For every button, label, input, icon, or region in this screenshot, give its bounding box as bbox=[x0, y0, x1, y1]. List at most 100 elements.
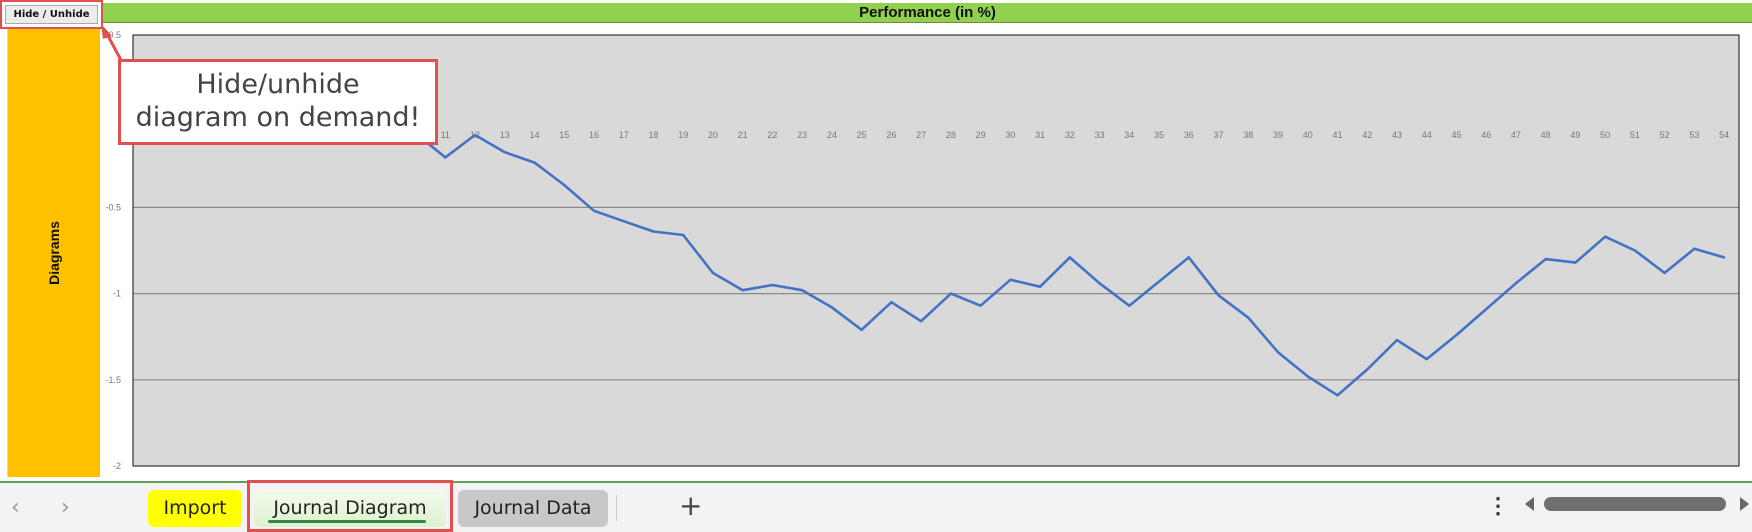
data-point bbox=[1633, 249, 1637, 252]
data-point bbox=[1425, 357, 1428, 361]
data-point bbox=[1514, 282, 1518, 285]
data-point bbox=[979, 304, 982, 307]
x-tick-label: 21 bbox=[738, 130, 748, 140]
x-tick-label: 18 bbox=[648, 130, 658, 140]
data-point bbox=[949, 292, 953, 295]
data-point bbox=[1038, 285, 1042, 288]
callout-line-1: Hide/unhide bbox=[196, 69, 360, 100]
x-tick-label: 47 bbox=[1511, 130, 1521, 140]
data-point bbox=[652, 230, 655, 233]
data-point bbox=[1009, 278, 1012, 282]
x-tick-label: 42 bbox=[1362, 130, 1372, 140]
x-tick-label: 31 bbox=[1035, 130, 1045, 140]
data-point bbox=[1663, 271, 1666, 275]
y-tick-label: -0.5 bbox=[105, 202, 121, 212]
data-point bbox=[1157, 280, 1161, 283]
x-tick-label: 44 bbox=[1422, 130, 1432, 140]
data-point bbox=[1485, 307, 1488, 311]
tab-label: Journal Data bbox=[474, 497, 592, 519]
data-point bbox=[771, 283, 774, 287]
tab-label: Import bbox=[163, 497, 227, 519]
x-tick-label: 40 bbox=[1303, 130, 1313, 140]
hide-button-highlight: Hide / Unhide bbox=[0, 0, 103, 29]
data-point bbox=[1098, 282, 1101, 285]
data-point bbox=[741, 288, 744, 292]
tab-label: Journal Diagram bbox=[273, 497, 427, 519]
data-point bbox=[1603, 235, 1607, 238]
x-tick-label: 29 bbox=[976, 130, 986, 140]
x-tick-label: 38 bbox=[1243, 130, 1253, 140]
x-tick-label: 26 bbox=[886, 130, 896, 140]
x-tick-label: 41 bbox=[1332, 130, 1342, 140]
data-point bbox=[1217, 294, 1220, 297]
data-point bbox=[1544, 257, 1547, 261]
tab-journal-diagram[interactable]: Journal Diagram bbox=[254, 490, 446, 527]
data-point bbox=[592, 209, 596, 213]
data-point bbox=[503, 151, 506, 154]
data-point bbox=[1187, 256, 1190, 259]
active-tab-underline bbox=[268, 520, 426, 523]
more-options-icon[interactable]: ⋮ bbox=[1487, 493, 1509, 519]
x-tick-label: 51 bbox=[1630, 130, 1640, 140]
y-tick-label: -1 bbox=[113, 289, 121, 299]
x-tick-label: 17 bbox=[619, 130, 629, 140]
data-point bbox=[1693, 247, 1696, 250]
x-tick-label: 49 bbox=[1570, 130, 1580, 140]
x-tick-label: 37 bbox=[1214, 130, 1224, 140]
data-point bbox=[533, 161, 536, 164]
x-tick-label: 30 bbox=[1005, 130, 1015, 140]
x-tick-label: 28 bbox=[946, 130, 956, 140]
x-tick-label: 53 bbox=[1689, 130, 1699, 140]
data-point bbox=[1128, 304, 1131, 307]
x-tick-label: 45 bbox=[1451, 130, 1461, 140]
data-point bbox=[444, 156, 447, 159]
x-tick-label: 34 bbox=[1124, 130, 1134, 140]
data-point bbox=[1306, 375, 1309, 378]
x-tick-label: 50 bbox=[1600, 130, 1610, 140]
x-tick-label: 46 bbox=[1481, 130, 1491, 140]
x-tick-label: 32 bbox=[1065, 130, 1075, 140]
add-sheet-icon[interactable]: + bbox=[679, 489, 702, 522]
x-tick-label: 43 bbox=[1392, 130, 1402, 140]
data-point bbox=[1395, 338, 1399, 342]
tab-journal-data[interactable]: Journal Data bbox=[458, 490, 608, 527]
data-point bbox=[1455, 333, 1458, 337]
data-point bbox=[919, 319, 923, 323]
x-tick-label: 27 bbox=[916, 130, 926, 140]
sheet-tab-bar: ‹ › Import Journal Diagram Journal Data … bbox=[0, 480, 1752, 532]
data-point bbox=[711, 271, 715, 275]
data-point bbox=[622, 219, 625, 223]
x-tick-label: 15 bbox=[559, 130, 569, 140]
data-point bbox=[1068, 256, 1072, 259]
scroll-right-icon[interactable] bbox=[1740, 497, 1749, 511]
data-point bbox=[1366, 368, 1369, 371]
x-tick-label: 48 bbox=[1541, 130, 1551, 140]
x-tick-label: 35 bbox=[1154, 130, 1164, 140]
tab-separator bbox=[616, 495, 617, 521]
data-point bbox=[1276, 351, 1280, 354]
data-point bbox=[800, 288, 804, 292]
x-tick-label: 24 bbox=[827, 130, 837, 140]
x-tick-label: 39 bbox=[1273, 130, 1283, 140]
data-point bbox=[1247, 316, 1250, 319]
data-point bbox=[682, 233, 685, 237]
prev-sheet-icon[interactable]: ‹ bbox=[11, 495, 20, 520]
x-tick-label: 20 bbox=[708, 130, 718, 140]
x-tick-label: 22 bbox=[767, 130, 777, 140]
callout-annotation: Hide/unhide diagram on demand! bbox=[118, 59, 438, 145]
data-point bbox=[1336, 394, 1339, 397]
callout-line-2: diagram on demand! bbox=[135, 102, 421, 133]
x-tick-label: 14 bbox=[529, 130, 539, 140]
horizontal-scrollbar-thumb[interactable] bbox=[1544, 497, 1726, 511]
tab-import[interactable]: Import bbox=[148, 490, 242, 527]
data-point bbox=[563, 183, 566, 187]
x-tick-label: 11 bbox=[441, 130, 450, 140]
data-point bbox=[830, 306, 834, 309]
hide-unhide-button[interactable]: Hide / Unhide bbox=[5, 5, 98, 24]
next-sheet-icon[interactable]: › bbox=[61, 495, 70, 520]
x-tick-label: 36 bbox=[1184, 130, 1194, 140]
scroll-left-icon[interactable] bbox=[1525, 497, 1534, 511]
data-point bbox=[1574, 261, 1577, 264]
data-point bbox=[473, 133, 477, 137]
y-tick-label: -2 bbox=[113, 461, 121, 471]
